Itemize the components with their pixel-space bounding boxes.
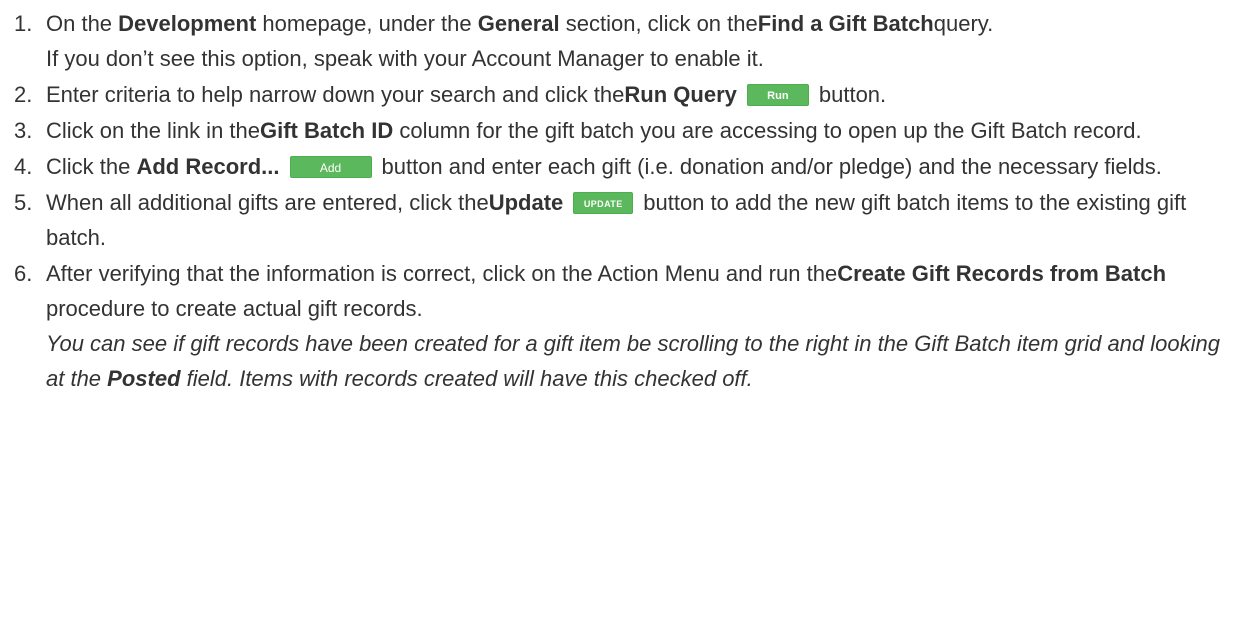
text-segment: Enter criteria to help narrow down your … — [46, 82, 625, 107]
step-text: Enter criteria to help narrow down your … — [46, 77, 1236, 124]
text-segment: When all additional gifts are entered, c… — [46, 190, 489, 215]
text-segment: section, click on the — [559, 11, 758, 36]
text-segment: Click on the link in the — [46, 118, 260, 143]
bold-term: Posted — [107, 366, 181, 391]
bold-term: Update — [488, 190, 564, 215]
bold-term: Run Query — [624, 82, 737, 107]
step-number: 4. — [14, 154, 33, 179]
bold-term: Add Record... — [136, 154, 280, 179]
text-segment: procedure to create actual gift records. — [46, 296, 423, 321]
text-segment: If you don’t see this option, speak with… — [46, 46, 764, 71]
bold-term: Create Gift Records from Batch — [837, 261, 1167, 286]
bold-term: Gift Batch ID — [260, 118, 394, 143]
bold-term: General — [477, 11, 560, 36]
text-segment: column for the gift batch you are access… — [393, 118, 1142, 143]
update-button[interactable]: UPDATE — [573, 191, 634, 214]
step-number: 5. — [14, 190, 33, 215]
step-number: 3. — [14, 118, 33, 143]
text-segment: button. — [818, 82, 887, 107]
text-segment: On the — [46, 11, 119, 36]
step-4: 4. Click the Add Record... Add Record... b… — [14, 149, 1250, 197]
step-5: 5. When all additional gifts are entered… — [14, 185, 1250, 255]
bold-term: Find a Gift Batch — [757, 11, 934, 36]
step-text: Click the Add Record... Add Record... butt… — [46, 149, 1236, 197]
bold-term: Development — [118, 11, 257, 36]
text-segment: Click the — [46, 154, 137, 179]
add-record-button[interactable]: Add Record... — [289, 155, 372, 197]
step-number: 2. — [14, 82, 33, 107]
text-segment: After verifying that the information is … — [46, 261, 838, 286]
step-number: 1. — [14, 11, 33, 36]
step-6: 6. After verifying that the information … — [14, 256, 1250, 396]
step-text: When all additional gifts are entered, c… — [46, 185, 1236, 255]
step-text: After verifying that the information is … — [46, 256, 1236, 396]
text-segment: query. — [933, 11, 994, 36]
text-segment: field. Items with records created will h… — [180, 366, 753, 391]
step-2: 2. Enter criteria to help narrow down yo… — [14, 77, 1250, 124]
italic-note: You can see if gift records have been cr… — [46, 326, 1236, 396]
step-3: 3. Click on the link in theGift Batch ID… — [14, 113, 1250, 148]
text-segment: button and enter each gift (i.e. donatio… — [381, 154, 1162, 179]
step-1: 1. On the Development homepage, under th… — [14, 6, 1250, 76]
text-segment: homepage, under the — [256, 11, 478, 36]
step-text: Click on the link in theGift Batch ID co… — [46, 113, 1236, 148]
run-query-button[interactable]: Run Query — [746, 83, 809, 124]
step-number: 6. — [14, 261, 33, 286]
instruction-steps: 1. On the Development homepage, under th… — [0, 0, 1250, 396]
step-text: On the Development homepage, under the G… — [46, 6, 1236, 76]
